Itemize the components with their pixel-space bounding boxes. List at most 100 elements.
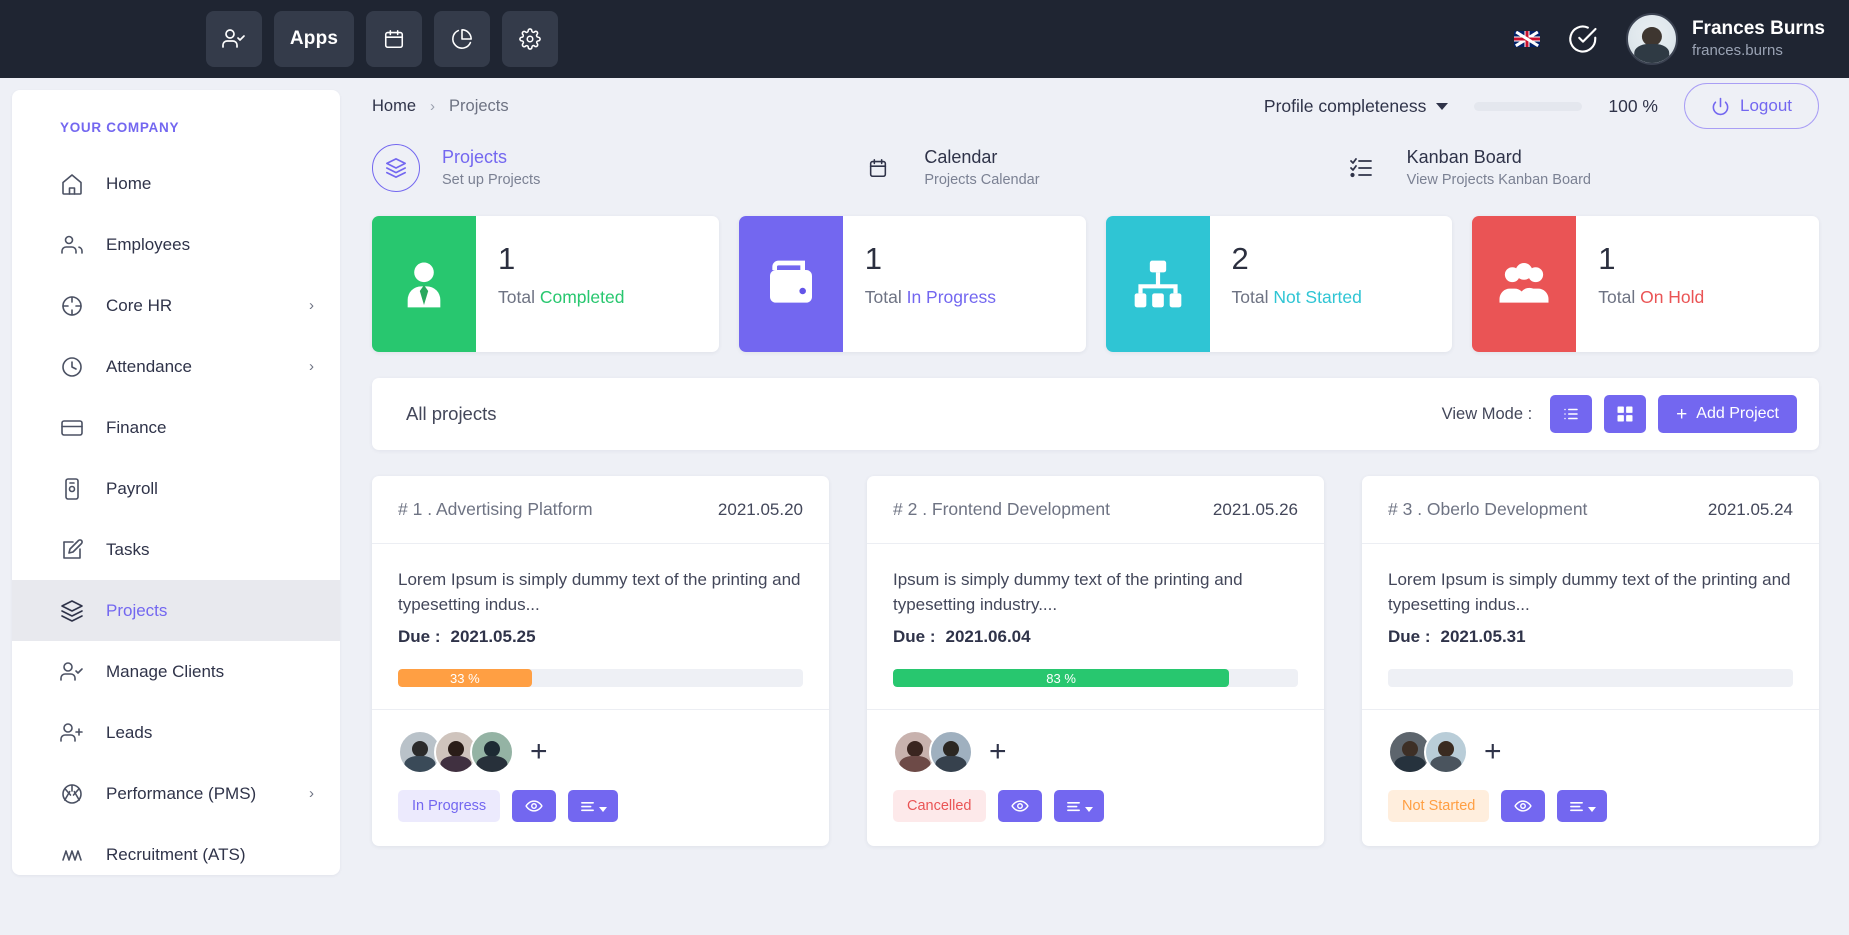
sidebar-item-label: Leads	[106, 722, 153, 742]
stat-prefix: Total	[1598, 287, 1641, 308]
list-view-icon[interactable]	[1550, 395, 1593, 433]
eye-icon[interactable]	[1501, 790, 1546, 823]
payroll-icon	[60, 477, 84, 501]
top-nav-group: Apps	[206, 11, 558, 67]
project-actions: In Progress	[398, 790, 803, 823]
project-members: +	[398, 730, 803, 775]
stat-count: 1	[1598, 241, 1616, 276]
edit-square-icon	[60, 538, 84, 562]
avatar	[1424, 730, 1468, 775]
project-card-body: Lorem Ipsum is simply dummy text of the …	[372, 544, 829, 709]
due-label: Due :	[398, 627, 441, 647]
check-circle-icon[interactable]	[1568, 24, 1598, 54]
project-progress-bar	[1388, 669, 1793, 688]
stat-label: Total On Hold	[1598, 287, 1704, 308]
uk-flag-icon[interactable]	[1513, 31, 1540, 47]
nav-tile-projects[interactable]: Projects Set up Projects	[372, 144, 854, 192]
sidebar-item-tasks[interactable]: Tasks	[12, 519, 340, 580]
chart-pie-icon[interactable]	[434, 11, 490, 67]
project-title: # 2 . Frontend Development	[893, 499, 1110, 519]
sidebar-item-finance[interactable]: Finance	[12, 397, 340, 458]
sidebar-item-performance-pms[interactable]: Performance (PMS) ›	[12, 763, 340, 824]
nav-tile-subtitle: Projects Calendar	[924, 171, 1040, 188]
due-date: 2021.05.31	[1440, 627, 1526, 647]
calendar-icon[interactable]	[366, 11, 422, 67]
sidebar: YOUR COMPANY Home Employees Core HR › Attend…	[0, 78, 352, 935]
stat-card[interactable]: 1 Total Completed	[372, 216, 719, 352]
chevron-down-icon	[1436, 102, 1449, 110]
stat-card[interactable]: 2 Total Not Started	[1105, 216, 1453, 352]
sidebar-item-label: Manage Clients	[106, 661, 225, 681]
project-start-date: 2021.05.20	[717, 499, 803, 519]
menu-caret-icon[interactable]	[1053, 790, 1104, 823]
project-progress-value: 83 %	[893, 669, 1230, 688]
project-card-header: # 3 . Oberlo Development 2021.05.24	[1362, 476, 1819, 544]
menu-caret-icon[interactable]	[568, 790, 619, 823]
sidebar-item-attendance[interactable]: Attendance ›	[12, 336, 340, 397]
nav-tile-title: Calendar	[924, 147, 998, 168]
project-start-date: 2021.05.24	[1707, 499, 1793, 519]
user-plus-icon	[60, 721, 84, 745]
nav-tile-subtitle: View Projects Kanban Board	[1406, 171, 1591, 188]
sidebar-heading: YOUR COMPANY	[60, 120, 180, 135]
nav-tile-kanban-board[interactable]: Kanban Board View Projects Kanban Board	[1337, 144, 1819, 192]
user-handle: frances.burns	[1691, 41, 1783, 59]
stat-status: On Hold	[1640, 287, 1705, 308]
profile-completeness-bar	[1474, 101, 1583, 111]
sidebar-item-label: Recruitment (ATS)	[106, 844, 246, 864]
grid-view-icon[interactable]	[1604, 395, 1647, 433]
profile-completeness-percent: 100 %	[1608, 95, 1658, 116]
sidebar-item-payroll[interactable]: Payroll	[12, 458, 340, 519]
stat-card[interactable]: 1 Total In Progress	[738, 216, 1086, 352]
all-projects-title: All projects	[406, 403, 497, 424]
sidebar-item-label: Attendance	[106, 356, 193, 376]
activity-icon	[60, 843, 84, 867]
sidebar-item-employees[interactable]: Employees	[12, 214, 340, 275]
sidebar-item-label: Payroll	[106, 478, 158, 498]
project-card[interactable]: # 1 . Advertising Platform 2021.05.20 Lore…	[372, 476, 829, 847]
stat-card[interactable]: 1 Total On Hold	[1472, 216, 1819, 352]
project-card[interactable]: # 3 . Oberlo Development 2021.05.24 Lorem …	[1362, 476, 1819, 847]
aperture-icon	[60, 782, 84, 806]
apps-button[interactable]: Apps	[274, 11, 354, 67]
sidebar-item-label: Projects	[106, 600, 168, 620]
add-member-button[interactable]: +	[1484, 737, 1502, 767]
eye-icon[interactable]	[997, 790, 1042, 823]
project-card[interactable]: # 2 . Frontend Development 2021.05.26 Ipsu…	[867, 476, 1324, 847]
sitemap-icon	[1105, 216, 1210, 352]
breadcrumb-home[interactable]: Home	[372, 97, 416, 116]
sidebar-item-projects[interactable]: Projects	[12, 580, 340, 641]
sidebar-item-recruitment-ats[interactable]: Recruitment (ATS)	[12, 824, 340, 875]
sidebar-item-core-hr[interactable]: Core HR ›	[12, 275, 340, 336]
sidebar-item-leads[interactable]: Leads	[12, 702, 340, 763]
status-badge: In Progress	[398, 790, 501, 823]
project-card-grid: # 1 . Advertising Platform 2021.05.20 Lore…	[366, 450, 1825, 847]
profile-completeness-dropdown[interactable]: Profile completeness	[1264, 96, 1449, 117]
gear-icon[interactable]	[502, 11, 558, 67]
add-member-button[interactable]: +	[989, 737, 1007, 767]
logout-button[interactable]: Logout	[1684, 83, 1819, 129]
menu-caret-icon[interactable]	[1557, 790, 1608, 823]
due-label: Due :	[1388, 627, 1431, 647]
project-members: +	[893, 730, 1298, 775]
avatar	[470, 730, 514, 775]
project-actions: Cancelled	[893, 790, 1298, 823]
nav-tile-calendar[interactable]: Calendar Projects Calendar	[854, 144, 1336, 192]
project-card-header: # 1 . Advertising Platform 2021.05.20	[372, 476, 829, 544]
add-member-button[interactable]: +	[530, 737, 548, 767]
sidebar-item-manage-clients[interactable]: Manage Clients	[12, 641, 340, 702]
eye-icon[interactable]	[512, 790, 557, 823]
stat-prefix: Total	[1231, 287, 1274, 308]
stat-label: Total Not Started	[1232, 287, 1362, 308]
plus-icon: +	[1676, 403, 1688, 425]
user-check-icon[interactable]	[206, 11, 262, 67]
chevron-right-icon: ›	[309, 785, 314, 802]
project-description: Ipsum is simply dummy text of the printi…	[893, 570, 1243, 614]
user-check-icon	[60, 660, 84, 684]
sidebar-item-home[interactable]: Home	[12, 153, 340, 214]
project-progress-bar: 83 %	[893, 669, 1298, 688]
calendar-icon	[854, 144, 902, 192]
user-menu[interactable]: Frances Burns frances.burns	[1625, 13, 1825, 65]
add-project-button[interactable]: + Add Project	[1658, 395, 1797, 433]
users-icon	[60, 233, 84, 257]
